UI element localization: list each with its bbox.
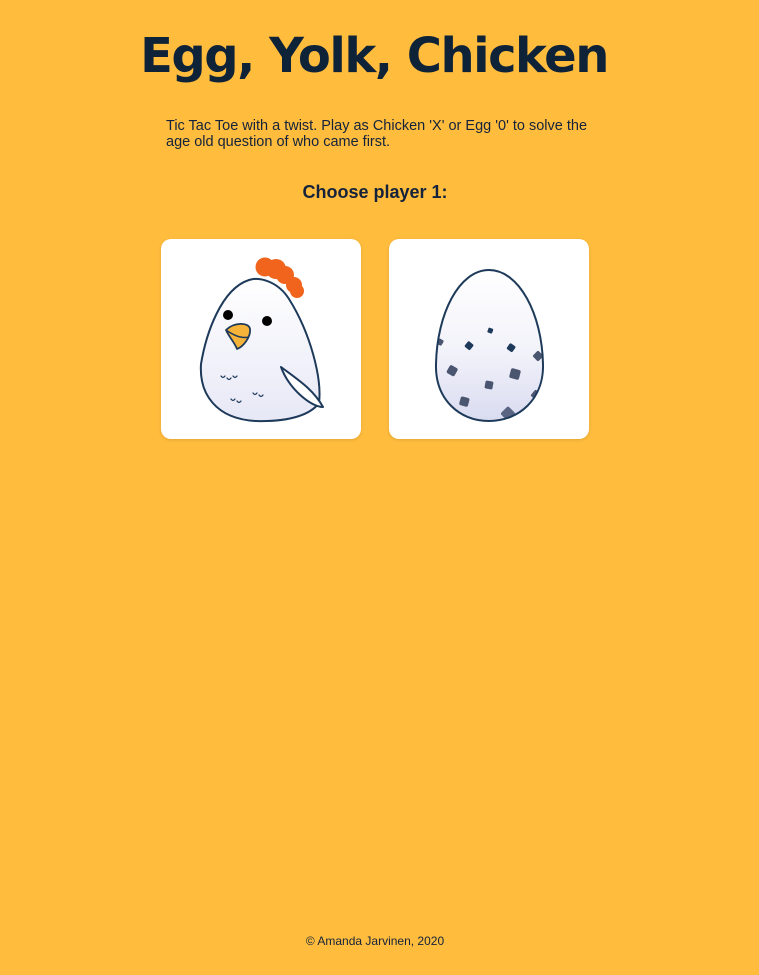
footer-copyright: © Amanda Jarvinen, 2020 — [305, 934, 445, 948]
chicken-player-button[interactable] — [161, 239, 361, 439]
intro-text: Tic Tac Toe with a twist. Play as Chicke… — [166, 118, 588, 150]
chicken-icon — [199, 257, 324, 423]
egg-player-button[interactable] — [389, 239, 589, 439]
egg-icon — [434, 268, 545, 423]
choose-player-heading: Choose player 1: — [302, 182, 448, 202]
page-title: Egg, Yolk, Chicken — [140, 28, 609, 84]
